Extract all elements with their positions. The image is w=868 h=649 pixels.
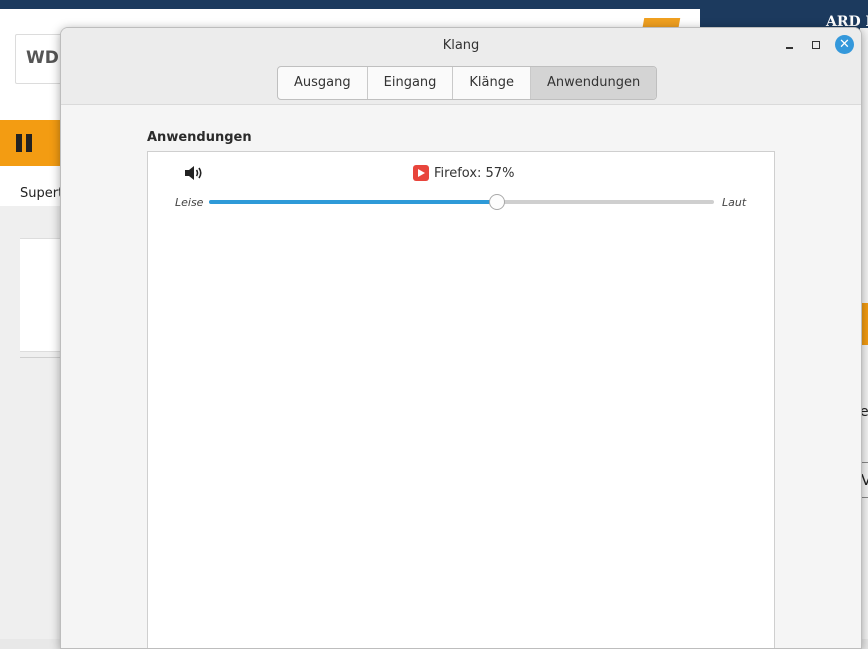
close-button[interactable]: ✕ [835, 35, 854, 54]
background-top-bar [0, 0, 700, 9]
maximize-button[interactable] [807, 36, 825, 54]
tab-eingang[interactable]: Eingang [368, 67, 454, 99]
maximize-icon [812, 41, 820, 49]
slider-fill [209, 200, 497, 204]
background-right-text-2: V [861, 471, 868, 489]
slider-max-label: Laut [722, 196, 747, 209]
slider-thumb[interactable] [489, 194, 505, 210]
application-volume-slider[interactable] [209, 193, 714, 211]
firefox-play-icon [413, 165, 429, 181]
pause-icon[interactable] [16, 134, 32, 152]
window-titlebar[interactable]: Klang ✕ Ausgang Eingang Klänge Anwendung… [61, 28, 861, 105]
sound-settings-window: Klang ✕ Ausgang Eingang Klänge Anwendung… [60, 27, 862, 649]
window-title: Klang [442, 38, 480, 53]
applications-panel: Firefox: 57% Leise Laut [147, 151, 775, 648]
tab-anwendungen[interactable]: Anwendungen [531, 67, 657, 99]
speaker-icon[interactable] [184, 165, 204, 181]
tab-ausgang[interactable]: Ausgang [278, 67, 368, 99]
background-subtitle: Supert [20, 186, 64, 201]
application-row: Firefox: 57% [413, 164, 514, 182]
application-label: Firefox: 57% [434, 165, 515, 181]
tab-klaenge[interactable]: Klänge [453, 67, 531, 99]
slider-min-label: Leise [175, 196, 204, 209]
tab-bar: Ausgang Eingang Klänge Anwendungen [277, 66, 658, 100]
minimize-button[interactable] [781, 36, 799, 54]
close-icon: ✕ [839, 37, 850, 52]
section-title: Anwendungen [147, 130, 252, 145]
minimize-icon [786, 47, 793, 49]
